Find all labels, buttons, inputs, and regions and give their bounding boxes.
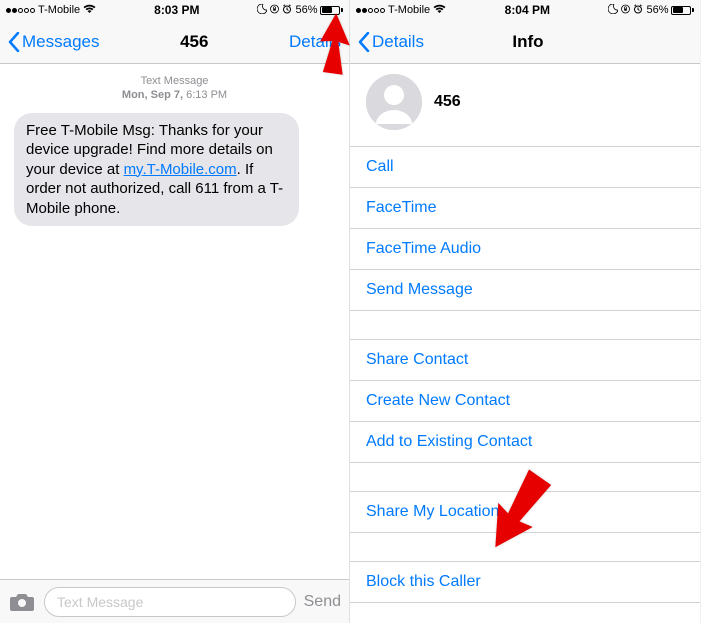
send-message-action[interactable]: Send Message: [350, 270, 700, 311]
clock-time: 8:04 PM: [505, 3, 550, 17]
compose-bar: Text Message Send: [0, 579, 349, 623]
back-label: Messages: [22, 32, 99, 52]
moon-icon: [257, 4, 267, 17]
annotation-arrow-icon: [292, 8, 362, 83]
send-button[interactable]: Send: [304, 593, 341, 611]
camera-icon[interactable]: [8, 591, 36, 613]
contact-header: 456: [350, 64, 700, 146]
block-group: Block this Caller: [350, 561, 700, 603]
contact-manage-group: Share Contact Create New Contact Add to …: [350, 339, 700, 463]
annotation-arrow-icon: [475, 467, 565, 562]
messages-screen: T-Mobile 8:03 PM 56% Messages 45: [0, 0, 350, 623]
message-list[interactable]: Text Message Mon, Sep 7, 6:13 PM Free T-…: [0, 64, 349, 579]
create-contact-action[interactable]: Create New Contact: [350, 381, 700, 422]
battery-icon: [671, 6, 694, 15]
lock-icon: [621, 4, 630, 17]
share-contact-action[interactable]: Share Contact: [350, 339, 700, 381]
back-button[interactable]: Messages: [8, 32, 99, 52]
wifi-icon: [433, 4, 446, 16]
clock-time: 8:03 PM: [154, 3, 199, 17]
nav-bar: Details Info: [350, 20, 700, 64]
back-label: Details: [372, 32, 424, 52]
avatar-icon[interactable]: [366, 74, 422, 130]
facetime-action[interactable]: FaceTime: [350, 188, 700, 229]
contact-actions-group: Call FaceTime FaceTime Audio Send Messag…: [350, 146, 700, 311]
moon-icon: [608, 4, 618, 17]
call-action[interactable]: Call: [350, 146, 700, 188]
lock-icon: [270, 4, 279, 17]
wifi-icon: [83, 4, 96, 16]
signal-dots-icon: [6, 8, 35, 13]
message-bubble[interactable]: Free T-Mobile Msg: Thanks for your devic…: [14, 113, 299, 227]
carrier-label: T-Mobile: [388, 4, 430, 16]
carrier-label: T-Mobile: [38, 4, 80, 16]
status-bar: T-Mobile 8:04 PM 56%: [350, 0, 700, 20]
nav-title: Info: [512, 32, 543, 52]
alarm-icon: [633, 4, 643, 17]
battery-percent: 56%: [646, 4, 668, 16]
message-link[interactable]: my.T-Mobile.com: [124, 161, 237, 178]
add-existing-contact-action[interactable]: Add to Existing Contact: [350, 422, 700, 463]
back-button[interactable]: Details: [358, 32, 424, 52]
block-caller-action[interactable]: Block this Caller: [350, 561, 700, 603]
facetime-audio-action[interactable]: FaceTime Audio: [350, 229, 700, 270]
compose-input[interactable]: Text Message: [44, 587, 296, 617]
compose-placeholder: Text Message: [57, 594, 143, 610]
nav-title: 456: [180, 32, 208, 52]
contact-name: 456: [434, 93, 461, 111]
alarm-icon: [282, 4, 292, 17]
